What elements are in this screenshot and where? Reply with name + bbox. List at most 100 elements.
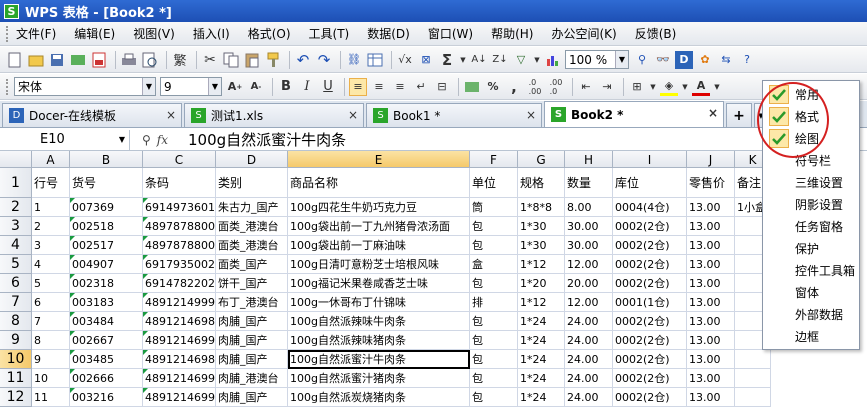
table-cell[interactable]: 0001(1仓) bbox=[613, 293, 687, 312]
table-cell[interactable]: 002518 bbox=[70, 217, 143, 236]
cut-icon[interactable]: ✂ bbox=[201, 51, 219, 69]
table-cell[interactable]: 13.00 bbox=[687, 369, 735, 388]
table-cell[interactable]: 2 bbox=[32, 217, 70, 236]
send-mail-icon[interactable] bbox=[69, 51, 87, 69]
table-cell[interactable]: 003484 bbox=[70, 312, 143, 331]
chevron-down-icon[interactable]: ▼ bbox=[208, 78, 221, 95]
table-cell[interactable]: 11 bbox=[32, 388, 70, 407]
table-cell[interactable]: 100g四花生牛奶巧克力豆 bbox=[288, 198, 470, 217]
table-cell[interactable]: 002666 bbox=[70, 369, 143, 388]
print-icon[interactable] bbox=[120, 51, 138, 69]
row-header[interactable]: 4 bbox=[0, 236, 32, 255]
column-header-c[interactable]: C bbox=[143, 151, 216, 168]
table-cell[interactable]: 4891214699001 bbox=[143, 369, 216, 388]
help-search-icon[interactable]: ⚲ bbox=[633, 51, 651, 69]
header-cell[interactable]: 类别 bbox=[216, 168, 288, 198]
zoom-search-icon[interactable]: ⚲ bbox=[142, 133, 151, 147]
table-cell[interactable]: 1*12 bbox=[518, 255, 565, 274]
sort-ascending-icon[interactable]: A↓ bbox=[470, 51, 488, 69]
table-cell[interactable]: 4891214698714 bbox=[143, 350, 216, 369]
table-cell[interactable]: 盒 bbox=[470, 255, 518, 274]
table-cell[interactable]: 003216 bbox=[70, 388, 143, 407]
align-left-icon[interactable]: ≡ bbox=[349, 77, 367, 96]
tab-docer[interactable]: D Docer-在线模板 × bbox=[2, 103, 182, 127]
wrap-text-icon[interactable]: ↵ bbox=[412, 78, 430, 96]
table-cell[interactable]: 8 bbox=[32, 331, 70, 350]
table-cell[interactable]: 13.00 bbox=[687, 217, 735, 236]
table-cell[interactable]: 0002(2仓) bbox=[613, 255, 687, 274]
table-cell[interactable]: 6 bbox=[32, 293, 70, 312]
autosum-dropdown-icon[interactable]: ▼ bbox=[459, 51, 467, 69]
menu-help[interactable]: 帮助(H) bbox=[491, 25, 533, 42]
table-cell[interactable]: 100g福记米果卷咸香芝士味 bbox=[288, 274, 470, 293]
menu-item-toolbar[interactable]: 三维设置 bbox=[763, 172, 859, 193]
menu-item-toolbar[interactable]: 阴影设置 bbox=[763, 194, 859, 215]
autosum-icon[interactable]: Σ bbox=[438, 51, 456, 69]
column-header-g[interactable]: G bbox=[518, 151, 565, 168]
insert-chart-icon[interactable] bbox=[544, 51, 562, 69]
increase-indent-icon[interactable]: ⇥ bbox=[598, 78, 616, 96]
insert-hyperlink-icon[interactable]: ⛓ bbox=[345, 51, 363, 69]
table-cell[interactable]: 003485 bbox=[70, 350, 143, 369]
table-cell[interactable]: 13.00 bbox=[687, 331, 735, 350]
table-cell[interactable]: 13.00 bbox=[687, 236, 735, 255]
table-cell[interactable]: 100g袋出前一丁九州猪骨浓汤面 bbox=[288, 217, 470, 236]
table-cell[interactable]: 4897878800085 bbox=[143, 217, 216, 236]
toolbar-grip-icon[interactable] bbox=[6, 78, 10, 95]
bold-icon[interactable]: B bbox=[277, 78, 295, 96]
header-cell[interactable]: 数量 bbox=[565, 168, 613, 198]
zoom-select[interactable]: 100 % ▼ bbox=[565, 50, 629, 69]
header-cell[interactable]: 库位 bbox=[613, 168, 687, 198]
table-cell[interactable]: 0004(4仓) bbox=[613, 198, 687, 217]
table-cell[interactable]: 1*24 bbox=[518, 369, 565, 388]
header-cell[interactable]: 条码 bbox=[143, 168, 216, 198]
table-cell[interactable]: 4891214699018 bbox=[143, 331, 216, 350]
column-header-j[interactable]: J bbox=[687, 151, 735, 168]
font-name-select[interactable]: 宋体 ▼ bbox=[14, 77, 156, 96]
table-cell[interactable]: 1*20 bbox=[518, 274, 565, 293]
table-cell[interactable]: 100g自然派蜜汁猪肉条 bbox=[288, 369, 470, 388]
menu-view[interactable]: 视图(V) bbox=[133, 25, 175, 42]
table-cell[interactable]: 0002(2仓) bbox=[613, 388, 687, 407]
row-header[interactable]: 9 bbox=[0, 331, 32, 350]
table-cell[interactable]: 6914973601568 bbox=[143, 198, 216, 217]
column-header-f[interactable]: F bbox=[470, 151, 518, 168]
table-cell[interactable]: 面类_港澳台 bbox=[216, 236, 288, 255]
menu-window[interactable]: 窗口(W) bbox=[428, 25, 473, 42]
table-cell[interactable]: 003183 bbox=[70, 293, 143, 312]
sort-descending-icon[interactable]: Z↓ bbox=[491, 51, 509, 69]
undo-icon[interactable]: ↶ bbox=[294, 51, 312, 69]
simplified-traditional-icon[interactable]: 繁 bbox=[171, 51, 189, 69]
new-file-icon[interactable] bbox=[6, 51, 24, 69]
table-cell[interactable]: 1 bbox=[32, 198, 70, 217]
menu-item-toolbar[interactable]: 保护 bbox=[763, 238, 859, 259]
column-header-h[interactable]: H bbox=[565, 151, 613, 168]
table-cell[interactable]: 肉脯_国产 bbox=[216, 388, 288, 407]
table-cell[interactable]: 20.00 bbox=[565, 274, 613, 293]
italic-icon[interactable]: I bbox=[298, 78, 316, 96]
decrease-font-size-icon[interactable]: A- bbox=[247, 78, 265, 96]
new-tab-button[interactable]: + bbox=[726, 103, 752, 127]
table-cell[interactable]: 布丁_港澳台 bbox=[216, 293, 288, 312]
table-cell[interactable]: 13.00 bbox=[687, 388, 735, 407]
backup-icon[interactable]: ⇆ bbox=[717, 51, 735, 69]
table-cell[interactable]: 4891214698660 bbox=[143, 312, 216, 331]
fill-color-icon[interactable]: ◈ bbox=[660, 78, 678, 96]
table-cell[interactable]: 1*24 bbox=[518, 388, 565, 407]
table-cell[interactable]: 6917935002754 bbox=[143, 255, 216, 274]
menu-data[interactable]: 数据(D) bbox=[367, 25, 410, 42]
row-header[interactable]: 5 bbox=[0, 255, 32, 274]
table-cell[interactable]: 30.00 bbox=[565, 217, 613, 236]
insert-function-icon[interactable]: √x bbox=[396, 51, 414, 69]
table-cell[interactable]: 002318 bbox=[70, 274, 143, 293]
table-cell[interactable]: 100g日清叮意粉芝士培根风味 bbox=[288, 255, 470, 274]
close-icon[interactable]: × bbox=[348, 108, 358, 122]
menu-item-toolbar[interactable]: 外部数据 bbox=[763, 304, 859, 325]
table-cell[interactable]: 4897878800016 bbox=[143, 236, 216, 255]
toolbar-grip-icon[interactable] bbox=[6, 25, 10, 42]
table-cell[interactable]: 0002(2仓) bbox=[613, 236, 687, 255]
table-cell[interactable]: 0002(2仓) bbox=[613, 312, 687, 331]
borders-dropdown-icon[interactable]: ▼ bbox=[649, 78, 657, 96]
format-painter-icon[interactable] bbox=[264, 51, 282, 69]
table-cell[interactable]: 包 bbox=[470, 236, 518, 255]
